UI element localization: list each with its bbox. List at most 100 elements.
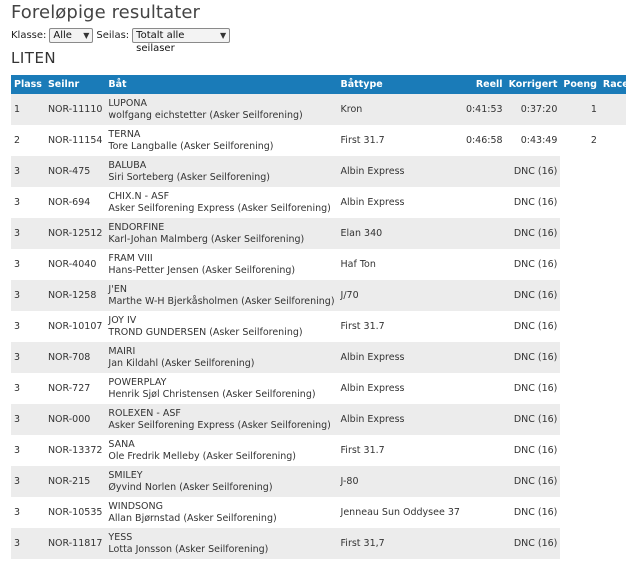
cell-battype: Elan 340 xyxy=(337,218,463,249)
cell-battype: J-80 xyxy=(337,466,463,497)
cell-reell xyxy=(463,497,506,528)
boat-name: CHIX.N - ASF xyxy=(108,190,170,202)
cell-seilnr: NOR-708 xyxy=(44,342,106,373)
cell-reell: 0:41:53 xyxy=(462,94,506,125)
column-header-battype[interactable]: Båttype xyxy=(338,75,463,94)
column-header-plass[interactable]: Plass xyxy=(11,75,45,94)
class-heading: LITEN xyxy=(11,49,57,67)
cell-battype: Albin Express xyxy=(337,156,463,187)
page-title: Foreløpige resultater xyxy=(11,2,201,23)
column-header-poeng[interactable]: Poeng xyxy=(560,75,600,94)
column-header-seilnr[interactable]: Seilnr xyxy=(45,75,105,94)
seilas-label: Seilas: xyxy=(96,30,130,41)
cell-reell xyxy=(462,466,506,497)
boat-name: SMILEY xyxy=(108,469,143,481)
table-row: 3 NOR-475 BALUBA Siri Sorteberg (Asker Seil… xyxy=(11,156,626,187)
table-row: 3 NOR-1258 J'EN Marthe W-H Bjerkåsholmen (A… xyxy=(11,280,626,311)
cell-poeng xyxy=(560,249,600,280)
table-row: 3 NOR-13372 SANA Ole Fredrik Melleby (Asker… xyxy=(11,435,626,466)
cell-battype: Jenneau Sun Oddysee 37 xyxy=(340,506,460,518)
cell-race-1 xyxy=(600,342,626,373)
boat-crew: Asker Seilforening Express (Asker Seilfo… xyxy=(108,202,331,214)
chevron-down-icon: ▼ xyxy=(220,31,227,40)
boat-crew: Hans-Petter Jensen (Asker Seilforening) xyxy=(108,264,296,276)
cell-reell xyxy=(463,311,506,342)
cell-plass: 3 xyxy=(14,258,21,270)
table-row: 3 NOR-694 CHIX.N - ASF Asker Seilforening E… xyxy=(11,187,626,218)
cell-boat: SMILEY Øyvind Norlen (Asker Seilforening) xyxy=(105,466,338,497)
cell-boat: ENDORFINE Karl-Johan Malmberg (Asker Seil… xyxy=(105,218,338,249)
table-row: 3 NOR-10107 JOY IV TROND GUNDERSEN (Asker S… xyxy=(11,311,626,342)
seilas-select[interactable]: Totalt alle seilaser ▼ xyxy=(132,28,231,54)
cell-race-1 xyxy=(600,373,626,404)
cell-race-1 xyxy=(600,280,626,311)
table-row: 3 NOR-000 ROLEXEN - ASF Asker Seilforening … xyxy=(11,404,626,435)
cell-race-1 xyxy=(600,404,626,435)
cell-battype: First 31,7 xyxy=(337,528,463,559)
cell-boat: POWERPLAY Henrik Sjøl Christensen (Asker … xyxy=(105,373,337,404)
cell-reell xyxy=(462,156,506,187)
boat-name: SANA xyxy=(108,438,135,450)
cell-korrigert: 0:37:20 xyxy=(505,94,561,125)
cell-reell xyxy=(462,342,506,373)
cell-battype: First 31.7 xyxy=(340,134,385,146)
cell-battype: Albin Express xyxy=(340,196,405,208)
results-page: Foreløpige resultater Klasse: Alle ▼ Sei… xyxy=(0,0,626,566)
cell-race-1: 1 xyxy=(599,94,626,125)
cell-korrigert: DNC (16) xyxy=(513,444,558,456)
boat-crew: Siri Sorteberg (Asker Seilforening) xyxy=(108,171,270,183)
cell-poeng xyxy=(560,156,600,187)
cell-plass: 3 xyxy=(11,466,45,497)
cell-reell: 0:46:58 xyxy=(465,134,503,146)
cell-seilnr: NOR-000 xyxy=(44,404,106,435)
cell-race-1 xyxy=(600,497,626,528)
table-row: 2 NOR-11154 TERNA Tore Langballe (Asker Sei… xyxy=(11,125,626,156)
cell-battype: Albin Express xyxy=(340,382,405,394)
column-header-reell[interactable]: Reell xyxy=(463,75,506,94)
boat-crew: TROND GUNDERSEN (Asker Seilforening) xyxy=(108,326,303,338)
cell-poeng xyxy=(560,497,600,528)
cell-battype: First 31.7 xyxy=(340,444,385,456)
cell-korrigert: DNC (16) xyxy=(505,528,561,559)
cell-plass: 3 xyxy=(14,382,21,394)
table-row: 3 NOR-11817 YESS Lotta Jonsson (Asker Seilf… xyxy=(11,528,626,559)
cell-poeng xyxy=(560,280,600,311)
table-row: 3 NOR-4040 FRAM VIII Hans-Petter Jensen (As… xyxy=(11,249,626,280)
cell-korrigert: DNC (16) xyxy=(513,506,558,518)
cell-boat: FRAM VIII Hans-Petter Jensen (Asker Seilf… xyxy=(105,249,337,280)
cell-korrigert: DNC (16) xyxy=(513,196,558,208)
cell-poeng: 1 xyxy=(560,94,600,125)
boat-crew: Allan Bjørnstad (Asker Seilforening) xyxy=(108,512,277,524)
cell-reell xyxy=(463,373,506,404)
cell-seilnr: NOR-4040 xyxy=(47,258,97,270)
cell-boat: TERNA Tore Langballe (Asker Seilforening) xyxy=(105,125,337,156)
cell-plass: 1 xyxy=(11,94,45,125)
cell-poeng xyxy=(560,528,600,559)
cell-poeng xyxy=(560,435,600,466)
cell-reell xyxy=(462,404,506,435)
table-row: 1 NOR-11110 LUPONA wolfgang eichstetter (As… xyxy=(11,94,626,125)
column-header-race-1[interactable]: Race 1 xyxy=(600,75,626,94)
cell-poeng xyxy=(560,311,600,342)
cell-race-1: 2 xyxy=(600,125,626,156)
column-header-bat[interactable]: Båt xyxy=(105,75,337,94)
table-header-row: Plass Seilnr Båt Båttype Reell Korrigert… xyxy=(11,75,626,94)
klasse-select[interactable]: Alle ▼ xyxy=(49,28,94,43)
cell-seilnr: NOR-694 xyxy=(47,196,91,208)
boat-crew: Henrik Sjøl Christensen (Asker Seilforen… xyxy=(108,388,316,400)
cell-race-1 xyxy=(600,187,626,218)
cell-seilnr: NOR-10535 xyxy=(47,506,103,518)
cell-plass: 3 xyxy=(11,528,45,559)
cell-plass: 3 xyxy=(11,156,45,187)
cell-battype: Haf Ton xyxy=(340,258,376,270)
cell-seilnr: NOR-11110 xyxy=(44,94,106,125)
cell-seilnr: NOR-10107 xyxy=(47,320,103,332)
column-header-korrigert[interactable]: Korrigert xyxy=(506,75,561,94)
boat-name: YESS xyxy=(108,531,133,543)
cell-reell xyxy=(462,528,506,559)
cell-korrigert: DNC (16) xyxy=(505,342,561,373)
cell-race-1 xyxy=(600,156,626,187)
results-table: Plass Seilnr Båt Båttype Reell Korrigert… xyxy=(11,75,626,559)
cell-seilnr: NOR-11154 xyxy=(47,134,103,146)
cell-boat: J'EN Marthe W-H Bjerkåsholmen (Asker Seil… xyxy=(105,280,338,311)
